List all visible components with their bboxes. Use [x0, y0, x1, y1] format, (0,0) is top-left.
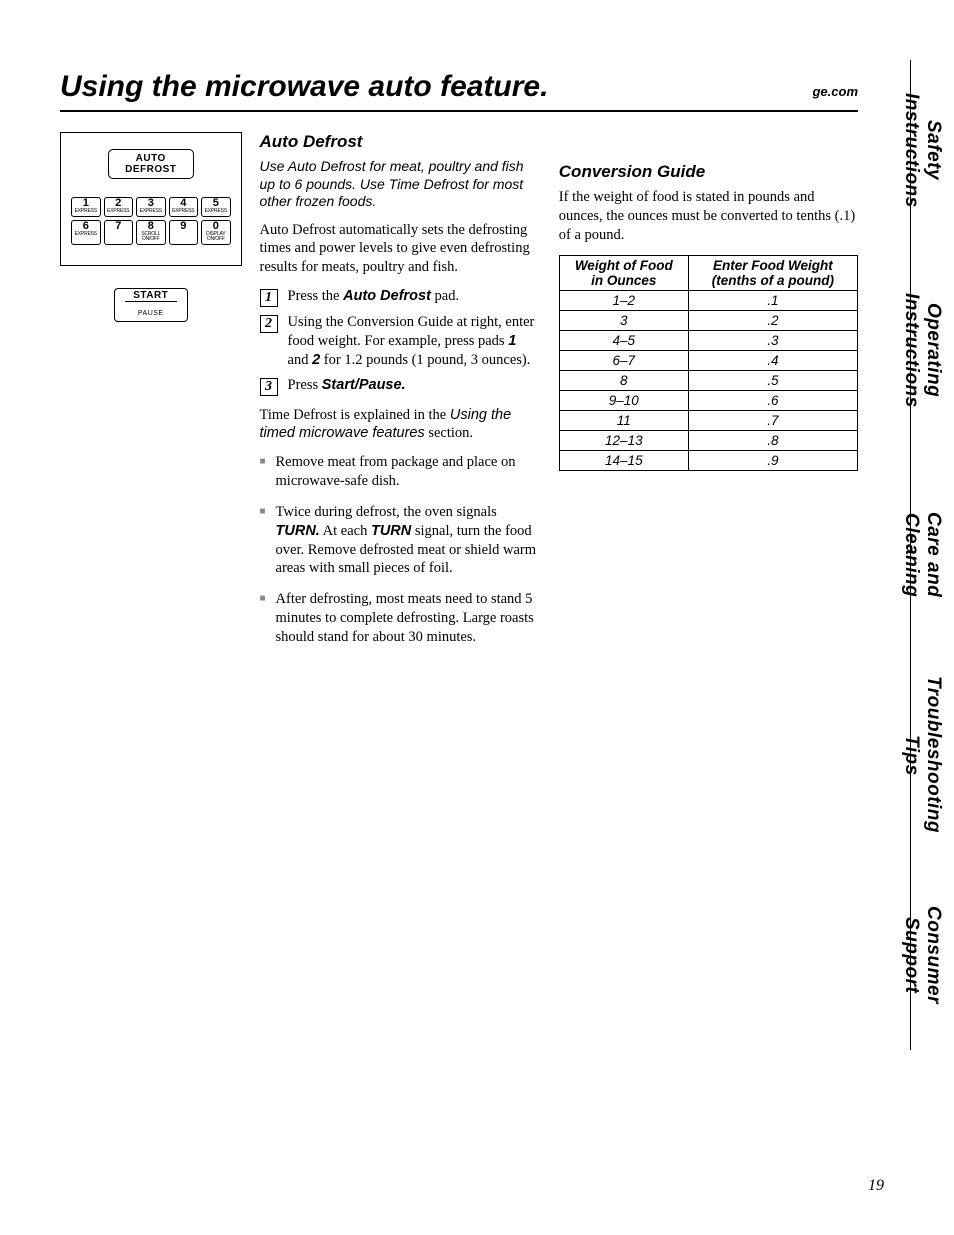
bullet-stand: After defrosting, most meats need to sta…	[260, 590, 539, 647]
conversion-para: If the weight of food is stated in pound…	[559, 188, 858, 245]
cell-tenths: .2	[688, 310, 857, 330]
table-row: 9–10.6	[559, 390, 857, 410]
start-pause-pad: START PAUSE	[114, 288, 188, 322]
cell-tenths: .3	[688, 330, 857, 350]
conversion-table: Weight of Food in Ounces Enter Food Weig…	[559, 255, 858, 471]
cell-tenths: .4	[688, 350, 857, 370]
conversion-column: Conversion Guide If the weight of food i…	[559, 122, 858, 659]
time-defrost-note: Time Defrost is explained in the Using t…	[260, 406, 539, 444]
key-3: 3EXPRESS	[136, 197, 166, 217]
cell-tenths: .1	[688, 290, 857, 310]
key-7: 7	[104, 220, 134, 245]
step-number-icon: 1	[260, 289, 278, 307]
cell-oz: 1–2	[559, 290, 688, 310]
start-label: START	[125, 290, 177, 302]
key-9: 9	[169, 220, 199, 245]
key-8: 8SCROLL ON/OFF	[136, 220, 166, 245]
bullet-remove: Remove meat from package and place on mi…	[260, 453, 539, 491]
step-3: 3 Press Start/Pause.	[260, 376, 539, 396]
table-row: 14–15.9	[559, 450, 857, 470]
tab-safety: Safety Instructions	[910, 60, 954, 240]
key-0: 0DISPLAY ON/OFF	[201, 220, 231, 245]
auto-label-2: DEFROST	[125, 164, 176, 175]
cell-oz: 12–13	[559, 430, 688, 450]
steps-list: 1 Press the Auto Defrost pad. 2 Using th…	[260, 287, 539, 396]
conversion-heading: Conversion Guide	[559, 162, 858, 182]
cell-tenths: .8	[688, 430, 857, 450]
side-tabs: Safety Instructions Operating Instructio…	[910, 60, 954, 1050]
cell-oz: 11	[559, 410, 688, 430]
key-5: 5EXPRESS	[201, 197, 231, 217]
step-number-icon: 3	[260, 378, 278, 396]
brand-url: ge.com	[812, 84, 858, 99]
cell-oz: 8	[559, 370, 688, 390]
auto-defrost-pad: AUTO DEFROST	[108, 149, 194, 179]
key-1: 1EXPRESS	[71, 197, 101, 217]
auto-label-1: AUTO	[136, 153, 166, 164]
keypad-diagram: AUTO DEFROST 1EXPRESS 2EXPRESS 3EXPRESS …	[60, 132, 242, 266]
table-row: 11.7	[559, 410, 857, 430]
cell-oz: 3	[559, 310, 688, 330]
th-ounces: Weight of Food in Ounces	[559, 255, 688, 290]
body-columns: AUTO DEFROST 1EXPRESS 2EXPRESS 3EXPRESS …	[60, 122, 858, 659]
key-4: 4EXPRESS	[169, 197, 199, 217]
page-title: Using the microwave auto feature.	[60, 70, 812, 104]
tab-care: Care and Cleaning	[910, 460, 954, 650]
number-keys: 1EXPRESS 2EXPRESS 3EXPRESS 4EXPRESS 5EXP…	[71, 197, 231, 245]
step-number-icon: 2	[260, 315, 278, 333]
step-1: 1 Press the Auto Defrost pad.	[260, 287, 539, 307]
tab-troubleshooting: Troubleshooting Tips	[910, 650, 954, 860]
table-row: 3.2	[559, 310, 857, 330]
step-2: 2 Using the Conversion Guide at right, e…	[260, 313, 539, 370]
bullet-turn: Twice during defrost, the oven signals T…	[260, 503, 539, 578]
key-2: 2EXPRESS	[104, 197, 134, 217]
key-6: 6EXPRESS	[71, 220, 101, 245]
cell-oz: 6–7	[559, 350, 688, 370]
instructions-column: Auto Defrost Use Auto Defrost for meat, …	[260, 122, 559, 659]
table-row: 1–2.1	[559, 290, 857, 310]
table-row: 4–5.3	[559, 330, 857, 350]
section-heading: Auto Defrost	[260, 132, 539, 152]
cell-oz: 14–15	[559, 450, 688, 470]
cell-tenths: .5	[688, 370, 857, 390]
table-row: 8.5	[559, 370, 857, 390]
cell-oz: 4–5	[559, 330, 688, 350]
cell-oz: 9–10	[559, 390, 688, 410]
tab-operating: Operating Instructions	[910, 240, 954, 460]
cell-tenths: .9	[688, 450, 857, 470]
intro-text: Use Auto Defrost for meat, poultry and f…	[260, 158, 539, 211]
cell-tenths: .7	[688, 410, 857, 430]
title-row: Using the microwave auto feature. ge.com	[60, 70, 858, 112]
para-autoset: Auto Defrost automatically sets the defr…	[260, 221, 539, 278]
tab-consumer: Consumer Support	[910, 860, 954, 1050]
manual-page: Safety Instructions Operating Instructio…	[0, 0, 954, 1235]
cell-tenths: .6	[688, 390, 857, 410]
table-row: 6–7.4	[559, 350, 857, 370]
page-number: 19	[868, 1177, 884, 1195]
table-row: 12–13.8	[559, 430, 857, 450]
keypad-column: AUTO DEFROST 1EXPRESS 2EXPRESS 3EXPRESS …	[60, 122, 260, 659]
pause-label: PAUSE	[138, 310, 164, 317]
bullet-list: Remove meat from package and place on mi…	[260, 453, 539, 647]
th-tenths: Enter Food Weight (tenths of a pound)	[688, 255, 857, 290]
